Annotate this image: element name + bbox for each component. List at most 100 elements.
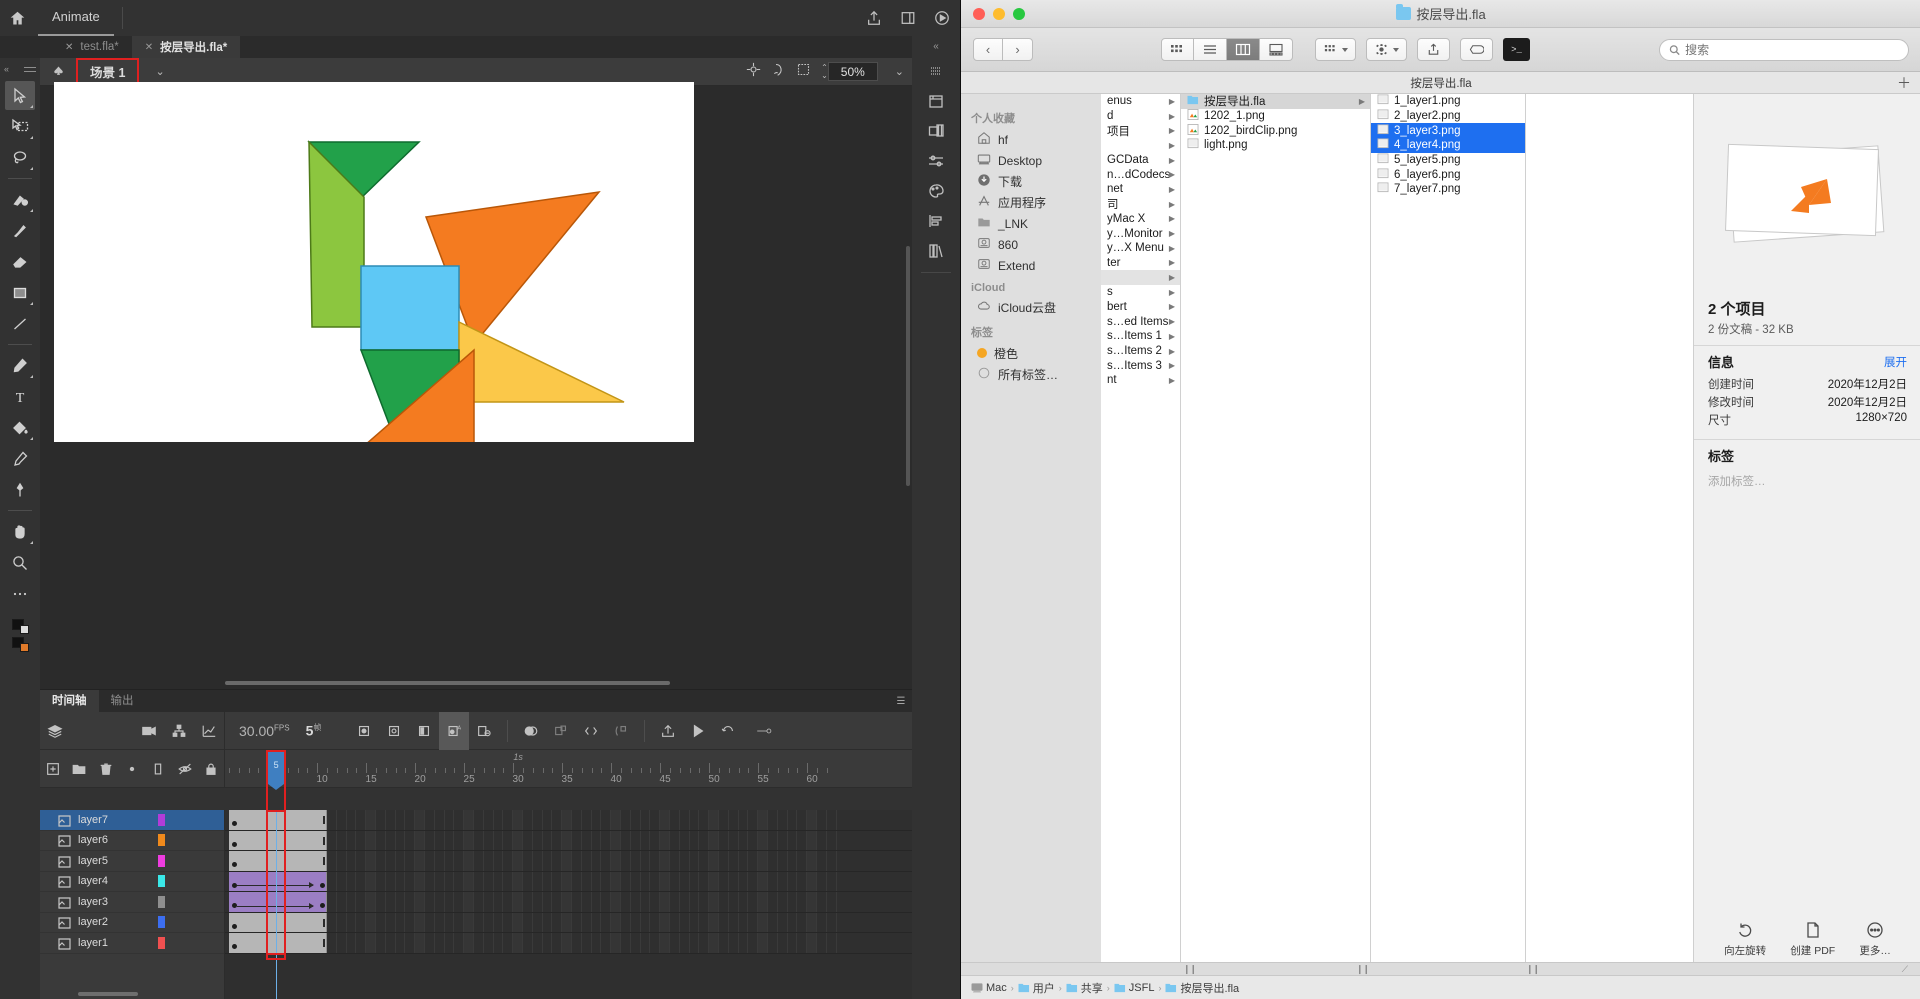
- rotate-stage-icon[interactable]: [771, 62, 786, 82]
- frame-cell[interactable]: [768, 851, 778, 871]
- frame-cell[interactable]: [758, 831, 768, 851]
- zoom-stepper[interactable]: ⌃⌄: [821, 64, 828, 79]
- frame-cell[interactable]: [719, 892, 729, 912]
- frame-cell[interactable]: [729, 851, 739, 871]
- frame-cell[interactable]: [425, 810, 435, 830]
- frame-cell[interactable]: [533, 933, 543, 953]
- frame-cell[interactable]: [533, 851, 543, 871]
- column-row[interactable]: 6_layer6.png: [1371, 167, 1525, 182]
- color-panel-icon[interactable]: [912, 176, 960, 206]
- frame-cell[interactable]: [788, 831, 798, 851]
- frame-cell[interactable]: [768, 831, 778, 851]
- frame-cell[interactable]: [405, 831, 415, 851]
- show-all-icon[interactable]: [119, 750, 145, 788]
- frame-cell[interactable]: [347, 892, 357, 912]
- frame-cell[interactable]: [533, 872, 543, 892]
- frame-cell[interactable]: [621, 892, 631, 912]
- frame-cell[interactable]: [807, 810, 817, 830]
- frame-cell[interactable]: [611, 831, 621, 851]
- frame-cell[interactable]: [641, 913, 651, 933]
- frame-cell[interactable]: [327, 831, 337, 851]
- add-tag-field[interactable]: 添加标签…: [1694, 469, 1920, 493]
- frame-cell[interactable]: [523, 831, 533, 851]
- frame-cell[interactable]: [484, 872, 494, 892]
- frame-cell[interactable]: [768, 892, 778, 912]
- chevron-right-icon[interactable]: ▶: [1169, 302, 1175, 311]
- frame-cell[interactable]: [425, 892, 435, 912]
- chevron-right-icon[interactable]: ▶: [1169, 332, 1175, 341]
- frame-cell[interactable]: [386, 872, 396, 892]
- frame-cell[interactable]: [552, 831, 562, 851]
- frame-cell[interactable]: [376, 851, 386, 871]
- paint-bucket-tool[interactable]: [5, 413, 35, 442]
- brush-tool[interactable]: [5, 185, 35, 214]
- frame-cell[interactable]: [366, 933, 376, 953]
- frame-cell[interactable]: [748, 851, 758, 871]
- frame-cell[interactable]: [474, 892, 484, 912]
- column-row[interactable]: enus▶: [1101, 94, 1180, 109]
- frame-cell[interactable]: [641, 892, 651, 912]
- frame-cell[interactable]: [366, 913, 376, 933]
- frame-cell[interactable]: [366, 892, 376, 912]
- frame-cell[interactable]: [386, 831, 396, 851]
- frame-cell[interactable]: [454, 933, 464, 953]
- frame-cell[interactable]: [366, 872, 376, 892]
- frame-cell[interactable]: [827, 892, 837, 912]
- eraser-tool[interactable]: [5, 247, 35, 276]
- stage-canvas[interactable]: [54, 82, 694, 442]
- hand-tool[interactable]: [5, 517, 35, 546]
- column-row[interactable]: 3_layer3.png: [1371, 123, 1525, 138]
- column-row[interactable]: bert▶: [1101, 300, 1180, 315]
- frame-cell[interactable]: [445, 892, 455, 912]
- frame-cell[interactable]: [347, 851, 357, 871]
- frame-cell[interactable]: [690, 913, 700, 933]
- frame-cell[interactable]: [494, 933, 504, 953]
- keyframe-marker[interactable]: [232, 862, 237, 867]
- column-view-button[interactable]: [1227, 38, 1260, 61]
- layer-row[interactable]: layer3: [40, 892, 224, 913]
- frame-cell[interactable]: [699, 892, 709, 912]
- frame-cell[interactable]: [641, 933, 651, 953]
- frame-cell[interactable]: [621, 831, 631, 851]
- keyframe-marker-end[interactable]: [320, 883, 325, 888]
- chevron-right-icon[interactable]: ▶: [1169, 156, 1175, 165]
- chevron-right-icon[interactable]: ▶: [1169, 200, 1175, 209]
- frame-cell[interactable]: [396, 872, 406, 892]
- frame-cell[interactable]: [748, 872, 758, 892]
- chevron-right-icon[interactable]: ▶: [1169, 347, 1175, 356]
- frame-cell[interactable]: [729, 831, 739, 851]
- column-row[interactable]: s▶: [1101, 285, 1180, 300]
- frame-cell[interactable]: [690, 872, 700, 892]
- frame-cell[interactable]: [592, 933, 602, 953]
- frame-cell[interactable]: [641, 851, 651, 871]
- frame-cell[interactable]: [739, 913, 749, 933]
- modify-markers-icon[interactable]: [606, 712, 636, 750]
- frame-span[interactable]: [229, 933, 327, 953]
- frame-cell[interactable]: [533, 892, 543, 912]
- frame-cell[interactable]: [797, 892, 807, 912]
- zoom-value[interactable]: 50%: [828, 62, 878, 81]
- chevron-right-icon[interactable]: ▶: [1169, 258, 1175, 267]
- chevron-right-icon[interactable]: ▶: [1169, 141, 1175, 150]
- frame-cell[interactable]: [464, 933, 474, 953]
- chevron-right-icon[interactable]: ▶: [1169, 214, 1175, 223]
- fps-value[interactable]: 30.00FPS: [239, 723, 290, 739]
- frame-cell[interactable]: [543, 872, 553, 892]
- panel-menu-icon[interactable]: [24, 67, 36, 72]
- frame-cell[interactable]: [386, 810, 396, 830]
- frame-cell[interactable]: [572, 831, 582, 851]
- frame-cell[interactable]: [582, 831, 592, 851]
- free-transform-tool[interactable]: [5, 112, 35, 141]
- frame-cell[interactable]: [690, 892, 700, 912]
- frame-cell[interactable]: [454, 831, 464, 851]
- frame-row[interactable]: [225, 872, 912, 893]
- frame-cell[interactable]: [660, 810, 670, 830]
- frame-cell[interactable]: [386, 913, 396, 933]
- frame-cell[interactable]: [562, 913, 572, 933]
- frame-cell[interactable]: [327, 892, 337, 912]
- frame-cell[interactable]: [611, 892, 621, 912]
- assets-panel-icon[interactable]: [912, 236, 960, 266]
- frame-cell[interactable]: [699, 831, 709, 851]
- column-row[interactable]: yMac X▶: [1101, 212, 1180, 227]
- frame-cell[interactable]: [405, 872, 415, 892]
